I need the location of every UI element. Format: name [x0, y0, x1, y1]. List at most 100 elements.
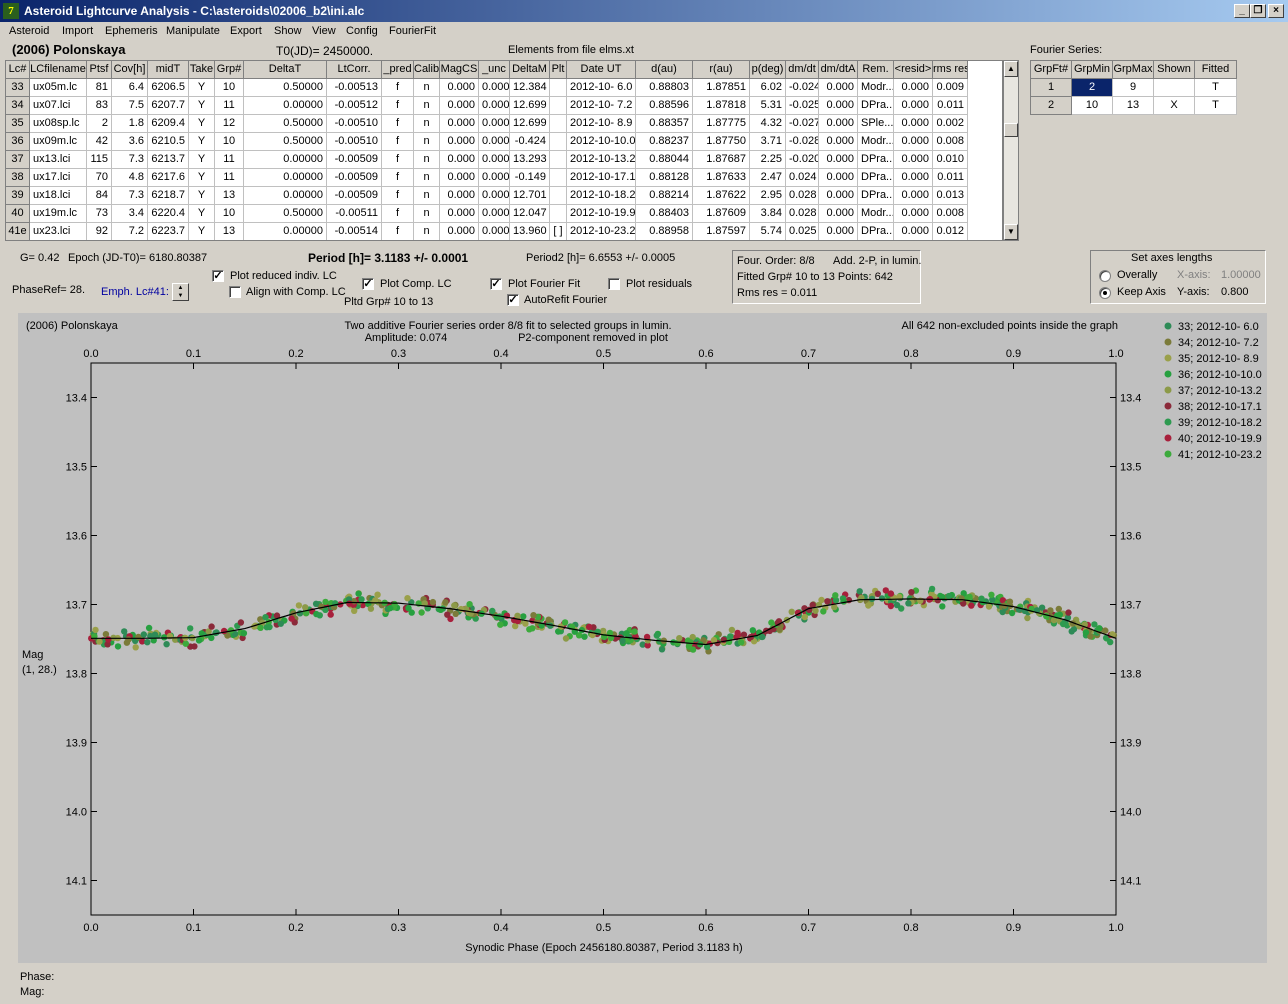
row-header[interactable]: 37 — [6, 151, 30, 169]
table-cell-dm-dta[interactable]: 0.000 — [819, 169, 858, 187]
row-header[interactable]: 36 — [6, 133, 30, 151]
table-cell-rms-res[interactable]: 0.009 — [933, 79, 968, 97]
table-cell-dm-dta[interactable]: 0.000 — [819, 205, 858, 223]
table-cell-pred[interactable]: f — [382, 115, 414, 133]
table-cell-lt-corr[interactable]: -0.00510 — [327, 115, 382, 133]
table-cell-take[interactable]: Y — [189, 151, 215, 169]
table-cell-coverage[interactable]: 1.8 — [112, 115, 148, 133]
table-cell-date-ut[interactable]: 2012-10- 6.0 — [567, 79, 636, 97]
table-cell-take[interactable]: Y — [189, 223, 215, 240]
table-cell-filename[interactable]: ux07.lci — [30, 97, 87, 115]
table-cell-lt-corr[interactable]: -0.00509 — [327, 187, 382, 205]
table-cell-group[interactable]: 11 — [215, 169, 244, 187]
table-cell-remark[interactable]: DPra... — [858, 169, 894, 187]
lightcurve-chart[interactable]: 0.0 0.0 0.1 0.1 0.2 0.2 0.3 0.3 0.4 0.4 0.5 0.5 0.6 0… — [18, 313, 1267, 963]
table-cell-coverage[interactable]: 7.2 — [112, 223, 148, 240]
table-cell-r-au[interactable]: 1.87597 — [693, 223, 750, 240]
table-cell-dm-dt[interactable]: -0.027 — [786, 115, 819, 133]
row-header[interactable]: 38 — [6, 169, 30, 187]
align-comp-checkbox[interactable] — [229, 286, 241, 298]
table-cell-dm-dt[interactable]: -0.025 — [786, 97, 819, 115]
minimize-button[interactable]: _ — [1234, 4, 1250, 18]
table-cell-delta-t[interactable]: 0.50000 — [244, 133, 327, 151]
col-header-dm-dt[interactable]: dm/dt — [786, 61, 819, 79]
table-cell-plot-flag[interactable] — [550, 133, 567, 151]
table-cell-coverage[interactable]: 3.4 — [112, 205, 148, 223]
row-header[interactable]: 41e — [6, 223, 30, 240]
table-cell-mag-cs[interactable]: 0.000 — [440, 115, 479, 133]
col-header-filename[interactable]: LCfilename — [30, 61, 87, 79]
table-cell-filename[interactable]: ux23.lci — [30, 223, 87, 240]
table-cell-lt-corr[interactable]: -0.00512 — [327, 97, 382, 115]
table-cell-calib[interactable]: n — [414, 133, 440, 151]
scroll-thumb[interactable] — [1004, 123, 1018, 137]
menu-manipulate[interactable]: Manipulate — [166, 25, 220, 37]
table-cell-date-ut[interactable]: 2012-10-18.2 — [567, 187, 636, 205]
plot-residuals-checkbox[interactable] — [608, 278, 620, 290]
table-cell-delta-t[interactable]: 0.00000 — [244, 187, 327, 205]
table-cell-plot-flag[interactable] — [550, 205, 567, 223]
menu-import[interactable]: Import — [62, 25, 93, 37]
fourier-cell-grpmin[interactable]: 10 — [1072, 97, 1113, 115]
col-header-phase-angle[interactable]: p(deg) — [750, 61, 786, 79]
col-header-delta-t[interactable]: DeltaT — [244, 61, 327, 79]
table-cell-unc[interactable]: 0.000 — [479, 223, 510, 240]
table-cell-take[interactable]: Y — [189, 169, 215, 187]
table-cell-dm-dta[interactable]: 0.000 — [819, 223, 858, 240]
x-axis-value[interactable]: 1.00000 — [1221, 269, 1261, 281]
row-header[interactable]: 33 — [6, 79, 30, 97]
table-cell-pred[interactable]: f — [382, 97, 414, 115]
close-button[interactable]: × — [1268, 4, 1284, 18]
table-cell-calib[interactable]: n — [414, 151, 440, 169]
table-cell-filename[interactable]: ux19m.lc — [30, 205, 87, 223]
table-cell-remark[interactable]: Modr... — [858, 133, 894, 151]
table-cell-phase-angle[interactable]: 6.02 — [750, 79, 786, 97]
fourier-cell-grpmax[interactable]: 13 — [1113, 97, 1154, 115]
table-cell-group[interactable]: 10 — [215, 205, 244, 223]
table-cell-rms-res[interactable]: 0.011 — [933, 169, 968, 187]
table-cell-delta-m[interactable]: -0.424 — [510, 133, 550, 151]
table-cell-remark[interactable]: DPra... — [858, 187, 894, 205]
table-cell-mag-cs[interactable]: 0.000 — [440, 79, 479, 97]
table-cell-mid-time[interactable]: 6218.7 — [148, 187, 189, 205]
table-cell-plot-flag[interactable] — [550, 115, 567, 133]
table-cell-dm-dta[interactable]: 0.000 — [819, 133, 858, 151]
table-cell-r-au[interactable]: 1.87818 — [693, 97, 750, 115]
table-cell-dm-dt[interactable]: 0.028 — [786, 205, 819, 223]
table-cell-pred[interactable]: f — [382, 169, 414, 187]
table-cell-filename[interactable]: ux09m.lc — [30, 133, 87, 151]
table-cell-mid-time[interactable]: 6207.7 — [148, 97, 189, 115]
table-cell-take[interactable]: Y — [189, 79, 215, 97]
table-cell-r-au[interactable]: 1.87633 — [693, 169, 750, 187]
table-cell-mag-cs[interactable]: 0.000 — [440, 151, 479, 169]
lightcurve-table[interactable]: Lc# LCfilename Ptsf Cov[h] midT Take Grp# Delta… — [5, 60, 1003, 241]
table-cell-calib[interactable]: n — [414, 169, 440, 187]
col-header-lt-corr[interactable]: LtCorr. — [327, 61, 382, 79]
table-cell-points[interactable]: 92 — [87, 223, 112, 240]
table-cell-plot-flag[interactable] — [550, 97, 567, 115]
menu-export[interactable]: Export — [230, 25, 262, 37]
table-cell-unc[interactable]: 0.000 — [479, 133, 510, 151]
table-cell-coverage[interactable]: 7.5 — [112, 97, 148, 115]
col-header-rms-res[interactable]: rms res — [933, 61, 968, 79]
table-cell-delta-t[interactable]: 0.00000 — [244, 223, 327, 240]
table-cell-d-au[interactable]: 0.88357 — [636, 115, 693, 133]
table-cell-rms-res[interactable]: 0.012 — [933, 223, 968, 240]
col-header-coverage[interactable]: Cov[h] — [112, 61, 148, 79]
table-cell-mag-cs[interactable]: 0.000 — [440, 133, 479, 151]
table-cell-d-au[interactable]: 0.88214 — [636, 187, 693, 205]
table-cell-resid[interactable]: 0.000 — [894, 97, 933, 115]
table-cell-delta-t[interactable]: 0.00000 — [244, 151, 327, 169]
table-cell-dm-dt[interactable]: 0.024 — [786, 169, 819, 187]
table-cell-phase-angle[interactable]: 5.31 — [750, 97, 786, 115]
keep-axis-radio[interactable] — [1099, 287, 1111, 299]
table-cell-plot-flag[interactable] — [550, 169, 567, 187]
table-cell-d-au[interactable]: 0.88596 — [636, 97, 693, 115]
table-cell-mag-cs[interactable]: 0.000 — [440, 187, 479, 205]
table-cell-mid-time[interactable]: 6209.4 — [148, 115, 189, 133]
table-cell-points[interactable]: 83 — [87, 97, 112, 115]
table-cell-remark[interactable]: DPra... — [858, 151, 894, 169]
col-header-take[interactable]: Take — [189, 61, 215, 79]
table-cell-unc[interactable]: 0.000 — [479, 97, 510, 115]
table-cell-dm-dt[interactable]: -0.028 — [786, 133, 819, 151]
